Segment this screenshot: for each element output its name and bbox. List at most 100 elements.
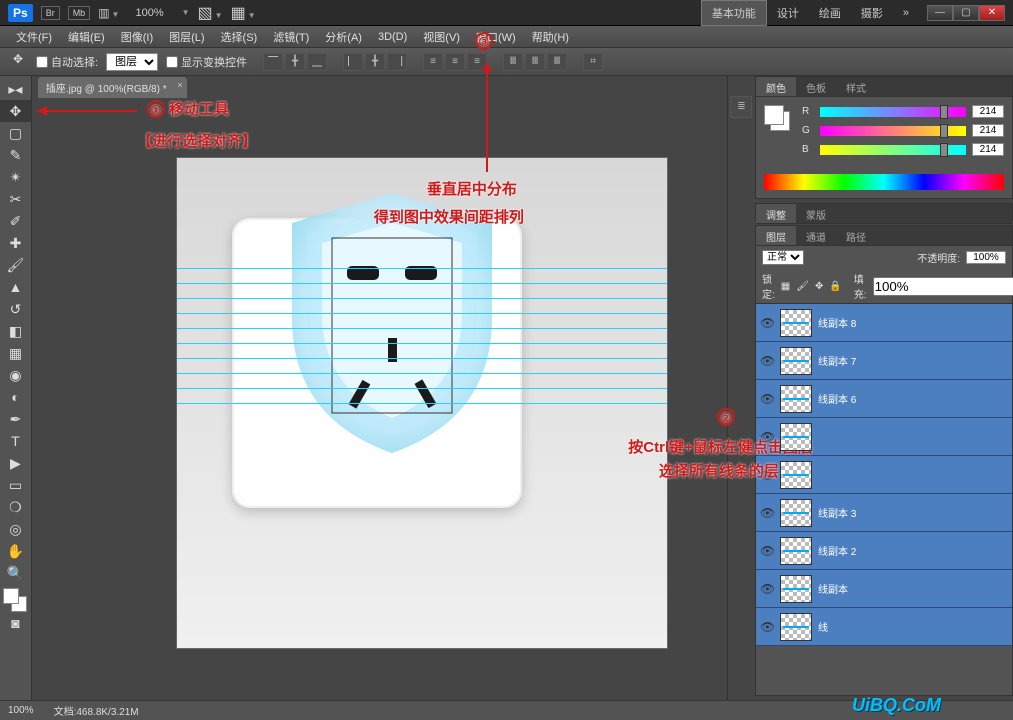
align-hcenter-icon[interactable]: ╋ xyxy=(365,53,385,71)
tab-mask[interactable]: 蒙版 xyxy=(796,204,836,223)
status-zoom[interactable]: 100% xyxy=(8,705,34,716)
eye-icon[interactable]: 👁 xyxy=(760,430,774,444)
dist-hcenter-icon[interactable]: Ⅲ xyxy=(525,53,545,71)
layer-row[interactable]: 👁线副本 xyxy=(756,570,1012,608)
g-value[interactable] xyxy=(972,124,1004,137)
layer-row[interactable]: 👁 xyxy=(756,418,1012,456)
lock-move-icon[interactable]: ✥ xyxy=(815,281,823,292)
toolbox-handle[interactable]: ▸◂ xyxy=(0,78,31,100)
menu-image[interactable]: 图像(I) xyxy=(113,26,161,48)
close-tab-icon[interactable]: × xyxy=(177,80,182,90)
layer-row[interactable]: 👁线副本 3 xyxy=(756,494,1012,532)
lock-all-icon[interactable]: 🔒 xyxy=(829,281,841,292)
crop-tool[interactable]: ✂ xyxy=(0,188,31,210)
dodge-tool[interactable]: ◐ xyxy=(0,386,31,408)
fill-value[interactable] xyxy=(873,277,1013,296)
stamp-tool[interactable]: ▲ xyxy=(0,276,31,298)
tab-layers[interactable]: 图层 xyxy=(756,226,796,245)
menu-view[interactable]: 视图(V) xyxy=(415,26,468,48)
b-value[interactable] xyxy=(972,143,1004,156)
blend-mode-select[interactable]: 正常 xyxy=(762,250,804,265)
arrange-icon[interactable]: ▦▼ xyxy=(231,3,256,23)
menu-layer[interactable]: 图层(L) xyxy=(161,26,212,48)
eye-icon[interactable]: 👁 xyxy=(760,316,774,330)
document-canvas[interactable] xyxy=(177,158,667,648)
eraser-tool[interactable]: ◧ xyxy=(0,320,31,342)
eye-icon[interactable]: 👁 xyxy=(760,468,774,482)
r-value[interactable] xyxy=(972,105,1004,118)
path-select-tool[interactable]: ▶ xyxy=(0,452,31,474)
tab-swatches[interactable]: 色板 xyxy=(796,77,836,96)
tab-styles[interactable]: 样式 xyxy=(836,77,876,96)
ws-tab-more[interactable]: » xyxy=(893,3,919,23)
wand-tool[interactable]: ✴ xyxy=(0,166,31,188)
show-transform-checkbox[interactable]: 显示变换控件 xyxy=(166,54,247,70)
lasso-tool[interactable]: ✎ xyxy=(0,144,31,166)
layer-row[interactable]: 👁线副本 2 xyxy=(756,532,1012,570)
align-right-icon[interactable]: ⎹ xyxy=(387,53,407,71)
zoom-percent[interactable]: 100% xyxy=(135,7,163,19)
eye-icon[interactable]: 👁 xyxy=(760,582,774,596)
tab-adjust[interactable]: 调整 xyxy=(756,204,796,223)
tab-paths[interactable]: 路径 xyxy=(836,226,876,245)
blur-tool[interactable]: ◉ xyxy=(0,364,31,386)
maximize-button[interactable]: ▢ xyxy=(953,5,979,21)
pen-tool[interactable]: ✒ xyxy=(0,408,31,430)
menu-file[interactable]: 文件(F) xyxy=(8,26,60,48)
eyedropper-tool[interactable]: ✐ xyxy=(0,210,31,232)
dist-left-icon[interactable]: Ⅲ xyxy=(503,53,523,71)
ws-tab-essentials[interactable]: 基本功能 xyxy=(701,0,767,26)
eye-icon[interactable]: 👁 xyxy=(760,392,774,406)
g-slider[interactable] xyxy=(820,126,966,136)
eye-icon[interactable]: 👁 xyxy=(760,620,774,634)
history-panel-icon[interactable]: ≣ xyxy=(730,96,752,118)
tab-color[interactable]: 颜色 xyxy=(756,77,796,96)
menu-analysis[interactable]: 分析(A) xyxy=(317,26,370,48)
menu-window[interactable]: 窗口(W) xyxy=(468,26,524,48)
auto-align-icon[interactable]: ⌗ xyxy=(583,53,603,71)
screen-mode-icon[interactable]: ▥▼ xyxy=(98,6,119,20)
eye-icon[interactable]: 👁 xyxy=(760,544,774,558)
mb-icon[interactable]: Mb xyxy=(68,6,91,20)
layer-row[interactable]: 👁 xyxy=(756,456,1012,494)
dist-bottom-icon[interactable]: ≡ xyxy=(467,53,487,71)
menu-filter[interactable]: 滤镜(T) xyxy=(265,26,317,48)
color-fgbg-swatch[interactable] xyxy=(764,105,792,133)
shape-tool[interactable]: ▭ xyxy=(0,474,31,496)
ws-tab-design[interactable]: 设计 xyxy=(767,1,809,25)
history-brush-tool[interactable]: ↺ xyxy=(0,298,31,320)
menu-help[interactable]: 帮助(H) xyxy=(524,26,577,48)
hand-icon[interactable]: ▧▼ xyxy=(198,3,223,23)
3d-tool[interactable]: ❍ xyxy=(0,496,31,518)
dist-top-icon[interactable]: ≡ xyxy=(423,53,443,71)
minimize-button[interactable]: — xyxy=(927,5,953,21)
layer-row[interactable]: 👁线 xyxy=(756,608,1012,646)
auto-select-checkbox[interactable]: 自动选择: xyxy=(36,54,98,70)
lock-trans-icon[interactable]: ▦ xyxy=(781,281,790,292)
move-tool[interactable]: ✥ xyxy=(0,100,31,122)
spectrum-ramp[interactable] xyxy=(764,174,1004,190)
bridge-icon[interactable]: Br xyxy=(41,6,60,20)
gradient-tool[interactable]: ▦ xyxy=(0,342,31,364)
lock-paint-icon[interactable]: 🖌 xyxy=(796,281,809,292)
align-bottom-icon[interactable]: ⎽ xyxy=(307,53,327,71)
ws-tab-photo[interactable]: 摄影 xyxy=(851,1,893,25)
hand-tool[interactable]: ✋ xyxy=(0,540,31,562)
auto-select-target[interactable]: 图层 xyxy=(106,53,158,71)
layer-row[interactable]: 👁线副本 8 xyxy=(756,304,1012,342)
quickmask-tool[interactable]: ◙ xyxy=(0,612,31,634)
tab-channels[interactable]: 通道 xyxy=(796,226,836,245)
eye-icon[interactable]: 👁 xyxy=(760,506,774,520)
menu-3d[interactable]: 3D(D) xyxy=(370,28,415,46)
ws-tab-painting[interactable]: 绘画 xyxy=(809,1,851,25)
b-slider[interactable] xyxy=(820,145,966,155)
opacity-value[interactable] xyxy=(966,251,1006,264)
brush-tool[interactable]: 🖌 xyxy=(0,254,31,276)
marquee-tool[interactable]: ▢ xyxy=(0,122,31,144)
dist-right-icon[interactable]: Ⅲ xyxy=(547,53,567,71)
align-top-icon[interactable]: ⎺ xyxy=(263,53,283,71)
3d-camera-tool[interactable]: ◎ xyxy=(0,518,31,540)
document-tab[interactable]: 插座.jpg @ 100%(RGB/8) *× xyxy=(38,77,187,98)
heal-tool[interactable]: ✚ xyxy=(0,232,31,254)
align-left-icon[interactable]: ⎸ xyxy=(343,53,363,71)
